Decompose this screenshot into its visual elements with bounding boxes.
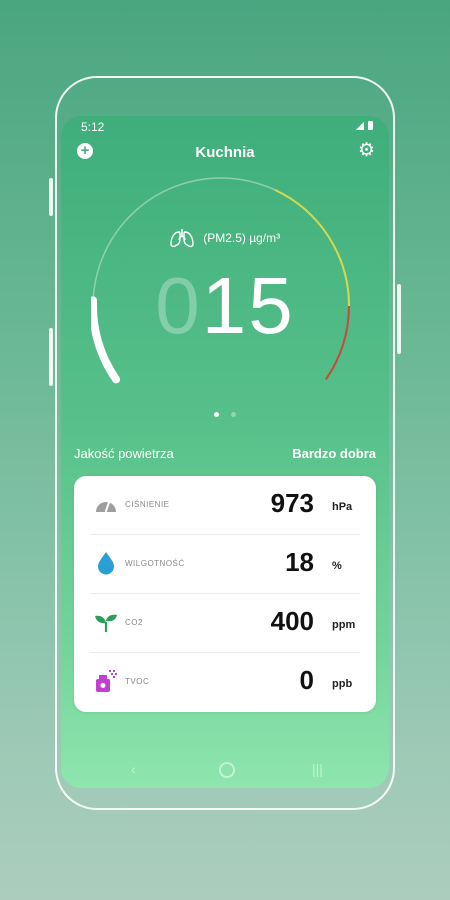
metric-name: TVOC — [125, 677, 150, 686]
metric-value: 18 — [285, 547, 314, 577]
pm-unit-label: (PM2.5) µg/m³ — [203, 231, 281, 245]
page-dot[interactable] — [231, 412, 237, 417]
phone-side-button — [397, 284, 401, 354]
metric-value: 400 — [270, 606, 314, 636]
metric-name: CIŚNIENIE — [125, 500, 170, 509]
metric-value: 0 — [299, 665, 314, 695]
signal-icon — [356, 122, 364, 130]
metric-name: WILGOTNOŚĆ — [125, 559, 185, 568]
air-quality-value: Bardzo dobra — [292, 446, 376, 461]
page-title: Kuchnia — [195, 144, 255, 161]
air-quality-label: Jakość powietrza — [74, 446, 174, 461]
metric-row-tvoc[interactable]: TVOC 0 ppb — [74, 653, 376, 712]
metric-unit: hPa — [332, 501, 353, 513]
app-screen: 5:12 + Kuchnia ⚙ (PM2.5) µg/m³ 015 Jakoś… — [61, 116, 389, 788]
pm-reading-leading-zero: 0 — [155, 261, 202, 350]
pm-reading: 015 — [61, 266, 389, 346]
gear-icon[interactable]: ⚙ — [358, 140, 375, 162]
app-header: + Kuchnia ⚙ — [61, 140, 389, 164]
water-drop-icon — [98, 552, 114, 575]
metric-row-pressure[interactable]: CIŚNIENIE 973 hPa — [74, 476, 376, 535]
pressure-gauge-icon — [96, 500, 116, 512]
status-time: 5:12 — [81, 120, 105, 134]
metric-unit: ppb — [332, 678, 353, 690]
recent-apps-button[interactable]: ||| — [312, 761, 323, 777]
metrics-card: CIŚNIENIE 973 hPa WILGOTNOŚĆ 18 % CO2 40… — [74, 476, 376, 712]
metric-name: CO2 — [125, 618, 143, 627]
metric-row-humidity[interactable]: WILGOTNOŚĆ 18 % — [74, 535, 376, 594]
status-bar: 5:12 — [61, 116, 389, 136]
sprout-icon — [95, 614, 117, 632]
metric-value: 973 — [270, 488, 314, 518]
phone-side-button — [49, 328, 53, 386]
metric-unit: ppm — [332, 619, 356, 631]
system-nav-bar: ‹ ||| — [61, 761, 389, 781]
page-indicator[interactable] — [61, 404, 389, 422]
back-nav-button[interactable]: ‹ — [131, 761, 136, 777]
lungs-icon — [170, 229, 194, 248]
phone-side-button — [49, 178, 53, 216]
battery-icon — [368, 121, 373, 130]
pm-label: (PM2.5) µg/m³ — [61, 228, 389, 248]
metric-row-co2[interactable]: CO2 400 ppm — [74, 594, 376, 653]
spray-bottle-icon — [96, 670, 117, 692]
page-dot-active[interactable] — [213, 412, 219, 417]
pm-reading-value: 15 — [201, 261, 295, 350]
metric-unit: % — [332, 560, 342, 572]
home-nav-button[interactable] — [219, 762, 235, 778]
